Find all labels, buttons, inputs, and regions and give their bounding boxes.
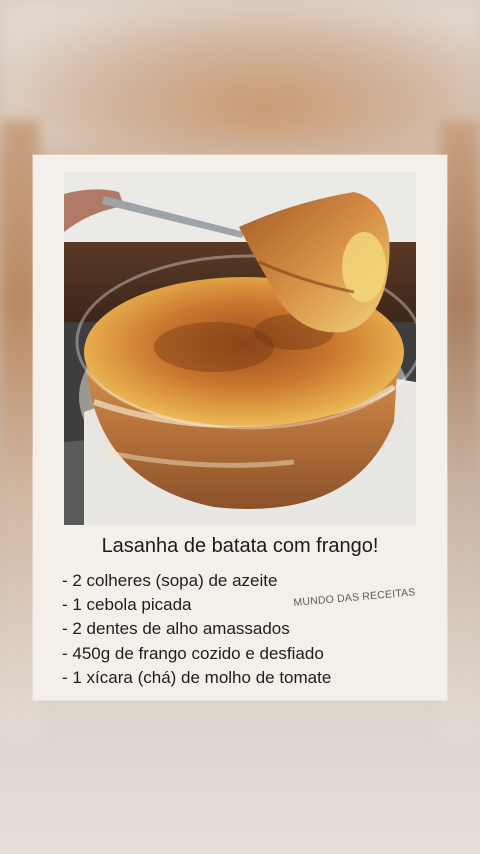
ingredient-list: - 2 colheres (sopa) de azeite - 1 cebola… [62, 569, 331, 690]
ingredient-item: - 2 colheres (sopa) de azeite [62, 571, 278, 590]
ingredient-item: - 1 xícara (chá) de molho de tomate [62, 667, 332, 687]
recipe-card: Lasanha de batata com frango! - 2 colher… [33, 155, 447, 700]
ingredient-item: - 1 cebola picada [62, 595, 192, 615]
ingredient-item: - 2 dentes de alho amassados [62, 619, 290, 639]
recipe-title: Lasanha de batata com frango! [101, 535, 379, 557]
background-blur-top [0, 0, 480, 150]
lasagna-photo [64, 172, 416, 525]
ingredient-item: - 450g de frango cozido e desfiado [62, 643, 324, 663]
